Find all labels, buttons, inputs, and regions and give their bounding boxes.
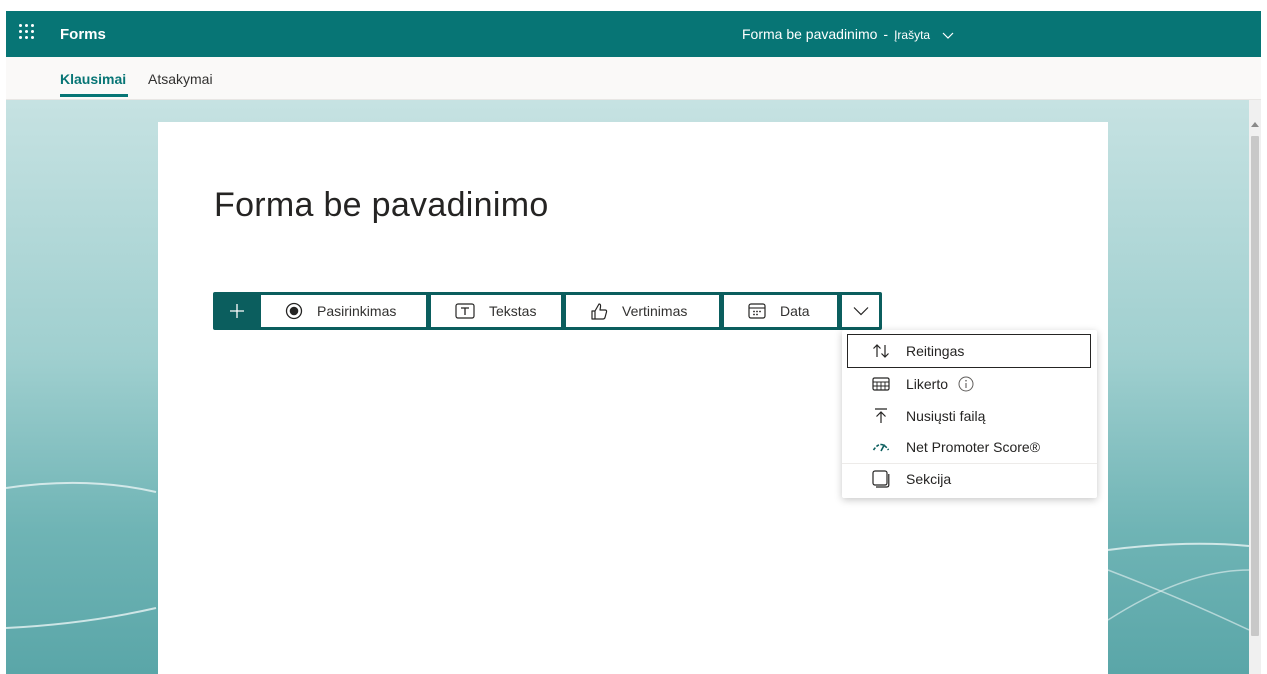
title-separator: - xyxy=(883,26,889,42)
info-icon[interactable] xyxy=(958,376,974,392)
scroll-thumb[interactable] xyxy=(1251,136,1259,636)
text-label: Tekstas xyxy=(489,303,537,319)
document-title-menu[interactable]: Forma be pavadinimo - Įrašyta xyxy=(742,26,954,43)
menu-item-nps[interactable]: Net Promoter Score® xyxy=(848,431,1090,463)
document-title: Forma be pavadinimo xyxy=(742,26,878,42)
menu-item-label: Net Promoter Score® xyxy=(906,439,1041,455)
active-tab-indicator xyxy=(60,94,128,97)
date-label: Data xyxy=(780,303,810,319)
scroll-up-arrow-icon[interactable] xyxy=(1251,122,1259,127)
text-question-button[interactable]: Tekstas xyxy=(431,295,561,327)
rating-label: Vertinimas xyxy=(622,303,688,319)
app-header: Forms Forma be pavadinimo - Įrašyta xyxy=(6,11,1261,57)
app-launcher-icon[interactable] xyxy=(19,24,37,42)
menu-item-label: Sekcija xyxy=(906,471,952,487)
sort-arrows-icon xyxy=(871,344,891,358)
rating-question-button[interactable]: Vertinimas xyxy=(566,295,719,327)
thumb-up-icon xyxy=(590,302,608,320)
grid-icon xyxy=(871,377,891,391)
upload-icon xyxy=(871,408,891,424)
question-type-toolbar: Pasirinkimas Tekstas Vertinimas Data xyxy=(213,292,882,330)
gauge-icon xyxy=(871,441,891,453)
menu-item-label: Likerto xyxy=(906,376,949,392)
form-title[interactable]: Forma be pavadinimo xyxy=(214,186,549,225)
text-box-icon xyxy=(455,303,475,319)
more-question-types-menu: Reitingas Likerto Nusiųsti failą Net Pro… xyxy=(842,330,1097,498)
tab-bar: Klausimai Atsakymai xyxy=(6,57,1261,100)
menu-item-upload-file[interactable]: Nusiųsti failą xyxy=(848,400,1090,432)
app-name[interactable]: Forms xyxy=(60,26,106,43)
menu-item-section[interactable]: Sekcija xyxy=(848,463,1090,495)
chevron-down-icon xyxy=(853,307,868,316)
calendar-icon xyxy=(748,303,766,319)
menu-item-label: Nusiųsti failą xyxy=(906,408,986,424)
choice-label: Pasirinkimas xyxy=(317,303,397,319)
more-question-types-button[interactable] xyxy=(842,295,879,327)
plus-icon xyxy=(230,304,244,318)
tab-questions[interactable]: Klausimai xyxy=(60,71,126,87)
save-status: Įrašyta xyxy=(894,28,931,42)
vertical-scrollbar[interactable] xyxy=(1249,100,1261,674)
date-question-button[interactable]: Data xyxy=(724,295,837,327)
choice-question-button[interactable]: Pasirinkimas xyxy=(261,295,426,327)
add-question-button[interactable] xyxy=(213,292,261,330)
top-strip xyxy=(0,0,1267,11)
menu-item-ranking[interactable]: Reitingas xyxy=(847,334,1091,368)
section-icon xyxy=(871,470,891,488)
chevron-down-icon xyxy=(942,27,954,43)
radio-icon xyxy=(285,302,303,320)
menu-item-label: Reitingas xyxy=(906,343,965,359)
menu-item-likert[interactable]: Likerto xyxy=(848,368,1090,400)
tab-responses[interactable]: Atsakymai xyxy=(148,71,213,87)
